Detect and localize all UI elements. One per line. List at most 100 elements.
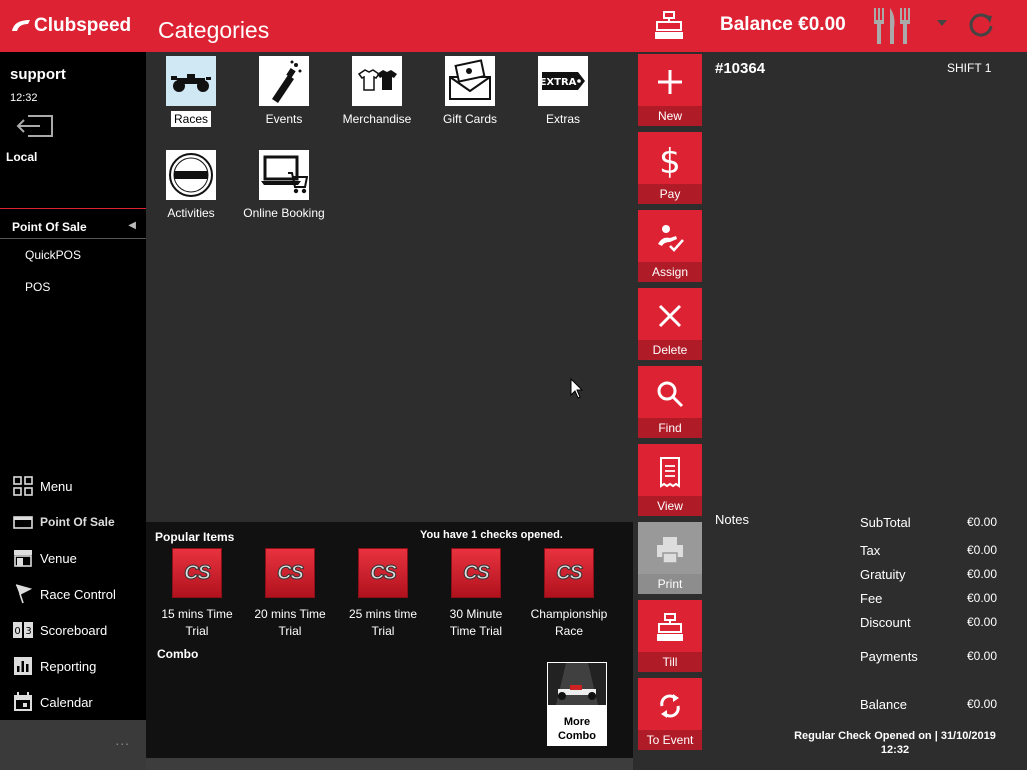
popular-items-panel: Popular Items You have 1 checks opened. … [146,522,633,758]
category-activities[interactable]: Activities [146,146,236,226]
notes-label[interactable]: Notes [715,512,749,527]
check-number: #10364 [715,60,766,77]
popular-item-label: 20 mins Time Trial [254,607,326,638]
sidebar-section-point-of-sale[interactable]: Point Of Sale ◀ [0,215,146,239]
category-image [259,150,309,200]
payments-value: €0.00 [967,649,998,663]
gratuity-label: Gratuity [860,567,906,582]
popular-item-label: 30 Minute Time Trial [449,607,503,638]
sidebar-footer: ... [0,720,146,770]
category-online-booking[interactable]: Online Booking [239,146,329,226]
till-button[interactable]: Till [638,600,702,672]
cash-register-icon[interactable] [652,10,686,42]
popular-item[interactable]: CS 25 mins time Trial [337,548,429,640]
cs-badge-icon: CS [358,548,408,598]
category-label: Online Booking [243,206,325,220]
view-button[interactable]: View [638,444,702,516]
main-nav: Menu Point Of Sale Venue Race Control 0 … [0,468,146,720]
more-options-icon[interactable]: ... [115,732,130,748]
svg-text:$: $ [659,142,681,178]
mouse-cursor-icon [570,378,584,399]
category-label: Events [265,112,303,126]
categories-grid: Races Events Merchandise Gift Cards EXTR… [146,52,633,522]
close-icon [658,304,682,328]
refresh-icon[interactable] [967,11,995,39]
nav-item-scoreboard[interactable]: 0 3 Scoreboard [0,612,146,648]
sidebar-divider [0,208,146,209]
open-checks-message: You have 1 checks opened. [420,529,563,541]
category-label: Extras [545,112,580,126]
nav-item-menu[interactable]: Menu [0,468,146,504]
payments-label: Payments [860,649,918,664]
nav-item-calendar[interactable]: Calendar [0,684,146,720]
subtotal-value: €0.00 [967,515,998,529]
race-car-photo-icon [548,663,606,705]
popular-item[interactable]: CS 30 Minute Time Trial [430,548,522,640]
nav-label: Calendar [40,694,93,710]
popular-item[interactable]: CS 20 mins Time Trial [244,548,336,640]
sidebar-item-pos[interactable]: POS [25,280,50,294]
delete-button[interactable]: Delete [638,288,702,360]
category-races[interactable]: Races [146,52,236,132]
tshirt-icon [357,69,397,91]
fee-label: Fee [860,591,883,606]
popular-items-title: Popular Items [155,530,235,544]
more-combo-button[interactable]: More Combo [547,662,607,746]
sidebar-item-quickpos[interactable]: QuickPOS [25,248,81,262]
pay-button[interactable]: $ Pay [638,132,702,204]
nav-label: Reporting [40,658,97,674]
page-title: Categories [158,17,270,43]
till-icon [657,613,683,641]
more-combo-label: More Combo [558,716,596,742]
logout-icon[interactable] [14,112,56,140]
laptop-cart-icon [261,155,308,194]
plus-icon [658,70,682,94]
champagne-icon [272,60,302,103]
category-image [259,56,309,106]
chevron-down-icon[interactable] [935,18,949,28]
to-event-button[interactable]: To Event [638,678,702,750]
category-extras[interactable]: EXTRA Extras [518,52,608,132]
find-button[interactable]: Find [638,366,702,438]
cs-badge-icon: CS [172,548,222,598]
subtotal-label: SubTotal [860,515,911,530]
printer-icon [657,537,683,564]
category-label: Activities [167,206,215,220]
nav-item-venue[interactable]: Venue [0,540,146,576]
header-balance: Balance €0.00 [720,14,846,35]
flag-icon [15,584,33,604]
nav-item-race-control[interactable]: Race Control [0,576,146,612]
category-label: Merchandise [342,112,412,126]
button-label: Till [662,655,678,669]
button-label: Pay [659,187,681,201]
category-gift-cards[interactable]: Gift Cards [425,52,515,132]
new-button[interactable]: New [638,54,702,126]
category-events[interactable]: Events [239,52,329,132]
combo-title: Combo [157,647,199,661]
button-label: New [657,109,682,123]
popular-item[interactable]: CS Championship Race [523,548,615,640]
chevron-left-icon: ◀ [128,220,136,231]
nav-item-reporting[interactable]: Reporting [0,648,146,684]
nav-item-point-of-sale[interactable]: Point Of Sale [0,504,146,540]
print-button[interactable]: Print [638,522,702,594]
svg-text:EXTRA: EXTRA [540,77,577,88]
check-panel: #10364 SHIFT 1 Notes SubTotal €0.00 Tax … [706,54,1027,770]
register-icon [13,516,33,529]
utensils-icon[interactable] [870,6,914,46]
transfer-icon [660,694,680,718]
sidebar: support 12:32 Local Point Of Sale ◀ Quic… [0,52,146,770]
scoreboard-icon: 0 3 [13,622,33,638]
button-label: To Event [646,733,694,747]
svg-text:3: 3 [25,626,31,637]
popular-item[interactable]: CS 15 mins Time Trial [151,548,243,640]
clubspeed-logo-icon [12,20,30,31]
check-opened-info: Regular Check Opened on | 31/10/2019 12:3… [794,730,996,756]
button-label: Print [657,577,683,591]
cs-badge-icon: CS [265,548,315,598]
top-bar: Clubspeed Categories Balance €0.00 [0,0,1027,52]
category-label: Gift Cards [442,112,497,126]
category-merchandise[interactable]: Merchandise [332,52,422,132]
nav-label: Race Control [40,586,116,602]
assign-button[interactable]: Assign [638,210,702,282]
